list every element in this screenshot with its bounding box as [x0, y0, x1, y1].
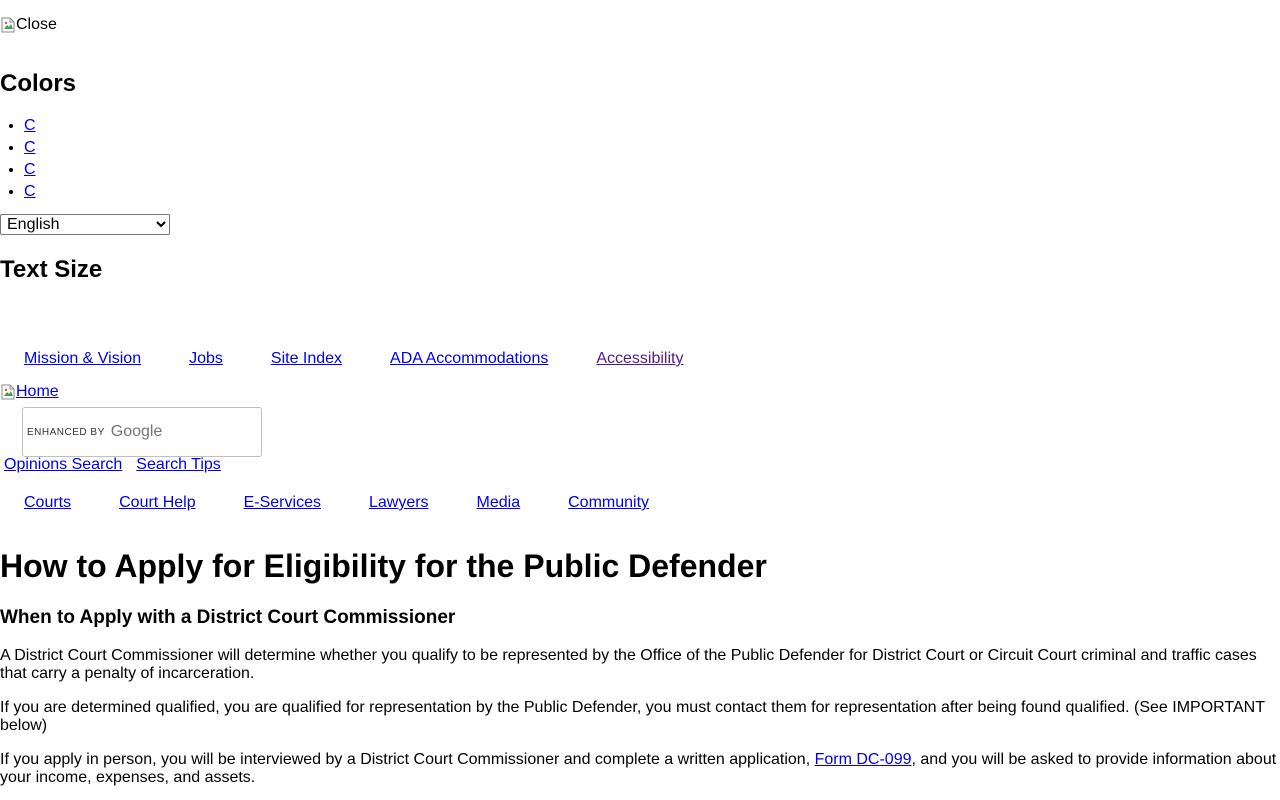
google-search-input[interactable]: ENHANCED BY Google	[22, 407, 262, 457]
main-nav-e-services[interactable]: E-Services	[244, 494, 321, 512]
paragraph-qualified: If you are determined qualified, you are…	[0, 699, 1265, 734]
colors-heading: Colors	[0, 70, 77, 97]
color-swatch-link-2[interactable]: C	[24, 139, 36, 156]
text-size-heading: Text Size	[0, 256, 103, 283]
color-swatch-list: C C C C	[0, 116, 36, 204]
paragraph-apply-in-person: If you apply in person, you will be inte…	[0, 751, 1280, 787]
home-alt-text: Home	[16, 383, 59, 400]
main-nav-courts[interactable]: Courts	[24, 494, 71, 512]
section-heading: When to Apply with a District Court Comm…	[0, 607, 456, 628]
close-alt-text: Close	[16, 16, 57, 33]
main-nav-court-help[interactable]: Court Help	[119, 494, 195, 512]
color-swatch-item: C	[24, 160, 36, 182]
utility-nav-accessibility[interactable]: Accessibility	[596, 350, 683, 368]
enhanced-by-label: ENHANCED BY	[27, 426, 105, 438]
opinions-search-link[interactable]: Opinions Search	[4, 456, 122, 474]
color-swatch-link-4[interactable]: C	[24, 183, 36, 200]
main-nav: Courts Court Help E-Services Lawyers Med…	[24, 494, 649, 512]
main-nav-media[interactable]: Media	[477, 494, 521, 512]
search-tips-link[interactable]: Search Tips	[136, 456, 220, 474]
close-image-button[interactable]: Close	[0, 16, 57, 34]
utility-nav-ada-accommodations[interactable]: ADA Accommodations	[390, 350, 548, 368]
google-logo-text: Google	[110, 423, 163, 440]
color-swatch-item: C	[24, 116, 36, 138]
search-links: Opinions Search Search Tips	[4, 456, 221, 474]
paragraph-text-before-link: If you apply in person, you will be inte…	[0, 751, 815, 768]
main-nav-lawyers[interactable]: Lawyers	[369, 494, 429, 512]
color-swatch-item: C	[24, 182, 36, 204]
broken-image-icon	[0, 384, 16, 400]
color-swatch-link-3[interactable]: C	[24, 161, 36, 178]
utility-nav-mission-vision[interactable]: Mission & Vision	[24, 350, 141, 368]
language-select[interactable]: English	[0, 214, 170, 235]
color-swatch-item: C	[24, 138, 36, 160]
page-title: How to Apply for Eligibility for the Pub…	[0, 548, 767, 584]
form-dc-099-link[interactable]: Form DC-099	[815, 751, 912, 768]
broken-image-icon	[0, 17, 16, 33]
paragraph-eligibility: A District Court Commissioner will deter…	[0, 647, 1257, 682]
utility-nav-jobs[interactable]: Jobs	[189, 350, 223, 368]
main-nav-community[interactable]: Community	[568, 494, 649, 512]
home-logo-link[interactable]: Home	[0, 383, 59, 401]
utility-nav-site-index[interactable]: Site Index	[271, 350, 342, 368]
color-swatch-link-1[interactable]: C	[24, 117, 36, 134]
utility-nav: Mission & Vision Jobs Site Index ADA Acc…	[24, 350, 683, 368]
